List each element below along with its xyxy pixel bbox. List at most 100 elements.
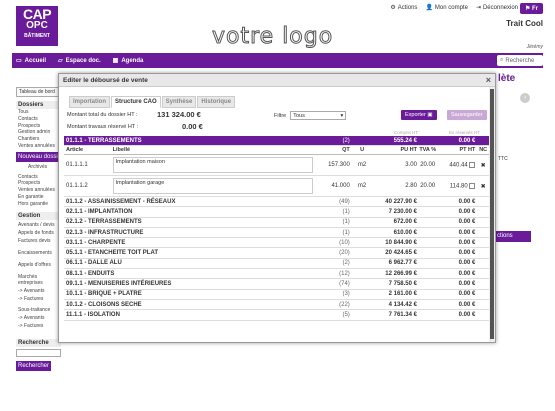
sidebar-link[interactable]: Avenants / devis — [16, 222, 61, 228]
group-row[interactable]: 06.1.1 - DALLE ALU (2) 6 962.77 € 0.00 € — [64, 259, 489, 270]
tab-historique[interactable]: Historique — [197, 96, 236, 108]
group-row[interactable]: 11.1.1 - ISOLATION (5) 7 761.34 € 0.00 € — [64, 310, 489, 321]
group-amount: 6 962.77 € — [388, 260, 417, 267]
sidebar-link[interactable]: Hors garantie — [16, 201, 61, 208]
col-libelle: Libellé — [112, 147, 131, 153]
sidebar-link[interactable]: -> Factures — [16, 323, 61, 329]
recherche-input[interactable] — [16, 348, 61, 357]
recherche-title: Recherche — [16, 338, 61, 347]
sidebar-link[interactable]: Ventes annulées — [16, 143, 61, 150]
group-amount: 672.00 € — [393, 219, 417, 226]
filter-value: Tous — [293, 113, 305, 119]
group-row[interactable]: 02.1.3 - INFRASTRUCTURE (1) 610.00 € 0.00 € — [64, 228, 489, 239]
line-pu[interactable]: 2.80 — [370, 183, 419, 189]
sidebar-link[interactable]: Ventes annulées — [16, 187, 61, 194]
tab-importation[interactable]: Importation — [69, 96, 110, 108]
actions-fragment-button[interactable]: ctions — [494, 231, 531, 242]
account-link[interactable]: 👤 Mon compte — [425, 4, 468, 12]
sidebar-link[interactable]: Contacts — [16, 174, 61, 181]
monitor-icon: ▭ — [16, 58, 22, 64]
sidebar-link[interactable]: Encaissements — [16, 250, 61, 256]
filter-select[interactable]: Tous ▾ — [290, 111, 347, 120]
scrollbar-thumb[interactable] — [490, 89, 494, 339]
line-libelle-input[interactable]: Implantation garage — [112, 178, 313, 194]
tab-structure-cao[interactable]: Structure CAO — [111, 96, 161, 108]
sidebar-link[interactable]: Marchés entreprises — [16, 274, 61, 286]
logo-line3: BÂTIMENT — [24, 33, 50, 39]
sidebar-link[interactable]: -> Avenants — [16, 288, 61, 294]
logout-label: Déconnexion — [482, 4, 518, 11]
sidebar-link[interactable]: -> Factures — [16, 296, 61, 302]
save-button[interactable]: Sauvegarder — [447, 110, 487, 120]
sidebar-link[interactable]: En garantie — [16, 194, 61, 201]
line-qt[interactable]: 157.300 — [313, 162, 354, 168]
group-count: (1) — [342, 219, 350, 226]
line-tva[interactable]: 20.00 — [419, 183, 437, 189]
group-count: (49) — [339, 198, 350, 205]
group-row[interactable]: 10.1.2 - CLOISONS SECHE (22) 4 134.42 € 0.0… — [64, 300, 489, 311]
group-row[interactable]: 03.1.1 - CHARPENTE (10) 10 844.90 € 0.00 € — [64, 238, 489, 249]
new-dossier-button[interactable]: Nouveau dossier — [16, 151, 61, 162]
modal-scrollbar[interactable] — [489, 87, 495, 342]
group-row[interactable]: 02.1.1 - IMPLANTATION (1) 7 230.00 € 0.00 € — [64, 207, 489, 218]
sidebar-link[interactable]: Factures devis — [16, 238, 61, 244]
sidebar-link[interactable]: Prospects — [16, 180, 61, 187]
group-row[interactable]: 02.1.2 - TERRASSEMENTS (1) 672.00 € 0.00 € — [64, 218, 489, 228]
group-amount: 610.00 € — [393, 229, 417, 236]
app-logo[interactable]: CAP OPC BÂTIMENT — [16, 6, 58, 46]
tab-synthese[interactable]: Synthèse — [161, 96, 197, 108]
nav-accueil[interactable]: ▭ Accueil — [16, 57, 46, 65]
sidebar-link[interactable]: Prospects — [16, 123, 61, 130]
modal-title-bar: Editer le déboursé de vente × — [59, 74, 495, 87]
line-u: m2 — [357, 162, 367, 168]
export-button[interactable]: Exporter ▣ — [401, 110, 437, 120]
sidebar-link[interactable]: Tous — [16, 109, 61, 116]
modal-tabs: Importation Structure CAO Synthèse Histo… — [69, 96, 236, 108]
delete-icon[interactable]: ✖ — [477, 162, 489, 169]
group-count: (1) — [342, 208, 350, 215]
recherche-button[interactable]: Rechercher — [16, 360, 52, 371]
nc-checkbox[interactable] — [469, 182, 476, 189]
logout-link[interactable]: ⇥ Déconnexion — [476, 4, 518, 12]
line-pu[interactable]: 3.00 — [370, 162, 419, 168]
gestion-title: Gestion — [16, 211, 61, 220]
search-input[interactable]: ⌕ Recherche — [497, 55, 543, 66]
group-reserved: 0.00 € — [458, 301, 476, 308]
delete-icon[interactable]: ✖ — [477, 183, 489, 190]
close-icon[interactable]: × — [486, 75, 491, 85]
group-count: (2) — [342, 260, 350, 267]
group-count: (5) — [342, 311, 350, 318]
sidebar-link[interactable]: Gestion admin — [16, 129, 61, 136]
nc-checkbox[interactable] — [469, 161, 476, 168]
sidebar-link[interactable]: Chantiers — [16, 136, 61, 143]
sidebar-link[interactable]: -> Avenants — [16, 315, 61, 321]
language-button[interactable]: ⚑ Fr — [519, 3, 543, 14]
line-libelle-input[interactable]: Implantation maison — [112, 157, 313, 173]
debourse-table: 01.1.1 - TERRASSEMENTS (2) 555.24 € 0.00… — [64, 136, 489, 321]
sidebar-link[interactable]: Sous-traitance — [16, 307, 61, 313]
line-qt[interactable]: 41.000 — [313, 183, 354, 189]
group-row[interactable]: 09.1.1 - MENUISERIES INTÉRIEURES (74) 7 75… — [64, 279, 489, 290]
nav-agenda[interactable]: ▦ Agenda — [113, 57, 144, 65]
sidebar-link[interactable]: Appels de fonds — [16, 230, 61, 236]
sidebar-link[interactable]: Contacts — [16, 116, 61, 123]
section-header-row[interactable]: 01.1.1 - TERRASSEMENTS (2) 555.24 € 0.00… — [64, 136, 489, 146]
group-row[interactable]: 01.1.2 - ASSAINISSEMENT - RÉSEAUX (49) 40 … — [64, 197, 489, 208]
line-article: 01.1.1.1 — [66, 162, 88, 168]
line-tva[interactable]: 20.00 — [419, 162, 437, 168]
group-amount: 12 266.99 € — [385, 270, 417, 277]
group-code: 01.1.2 - ASSAINISSEMENT - RÉSEAUX — [66, 198, 176, 205]
archived-checkbox[interactable]: Archivés — [16, 164, 61, 171]
group-row[interactable]: 10.1.1 - BRIQUE + PLATRE (3) 2 161.00 € 0.0… — [64, 290, 489, 300]
chevron-down-icon: ▾ — [340, 113, 344, 119]
logo-line1: CAP — [22, 6, 52, 22]
group-row[interactable]: 08.1.1 - ENDUITS (12) 12 266.99 € 0.00 € — [64, 269, 489, 280]
nav-espace-doc[interactable]: ▱ Espace doc. — [58, 57, 101, 65]
actions-link[interactable]: ⚙ Actions — [390, 4, 417, 12]
sidebar-link[interactable]: Appels d'offres — [16, 262, 61, 268]
group-row[interactable]: 05.1.1 - ETANCHEITE TOIT PLAT (20) 20 424.… — [64, 248, 489, 259]
next-arrow-icon[interactable]: › — [520, 93, 530, 103]
group-reserved: 0.00 € — [458, 208, 476, 215]
group-code: 02.1.2 - TERRASSEMENTS — [66, 219, 142, 226]
sidebar-select[interactable]: Tableau de bord — [16, 87, 61, 97]
